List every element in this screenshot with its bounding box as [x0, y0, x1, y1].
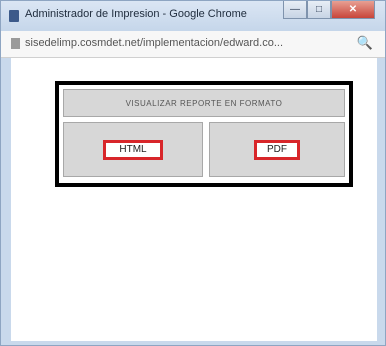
url-text[interactable]: sisedelimp.cosmdet.net/implementacion/ed… — [25, 37, 345, 49]
html-cell: HTML — [63, 122, 203, 177]
maximize-button[interactable]: □ — [307, 1, 331, 19]
minimize-button[interactable]: — — [283, 1, 307, 19]
page-icon — [11, 38, 20, 49]
close-button[interactable]: ✕ — [331, 1, 375, 19]
window-title: Administrador de Impresion - Google Chro… — [25, 8, 247, 20]
title-bar[interactable]: Administrador de Impresion - Google Chro… — [1, 1, 385, 31]
pdf-button[interactable]: PDF — [254, 139, 300, 160]
panel-header: VISUALIZAR REPORTE EN FORMATO — [63, 89, 345, 117]
pdf-cell: PDF — [209, 122, 345, 177]
page-content: VISUALIZAR REPORTE EN FORMATO HTML PDF — [11, 58, 377, 341]
search-icon[interactable]: 🔍 — [357, 35, 373, 51]
window-controls: — □ ✕ — [283, 1, 375, 21]
address-bar[interactable]: sisedelimp.cosmdet.net/implementacion/ed… — [1, 31, 385, 58]
export-format-panel: VISUALIZAR REPORTE EN FORMATO HTML PDF — [55, 81, 353, 187]
document-icon — [9, 10, 19, 22]
html-button[interactable]: HTML — [103, 139, 163, 160]
browser-popup-window: Administrador de Impresion - Google Chro… — [0, 0, 386, 346]
